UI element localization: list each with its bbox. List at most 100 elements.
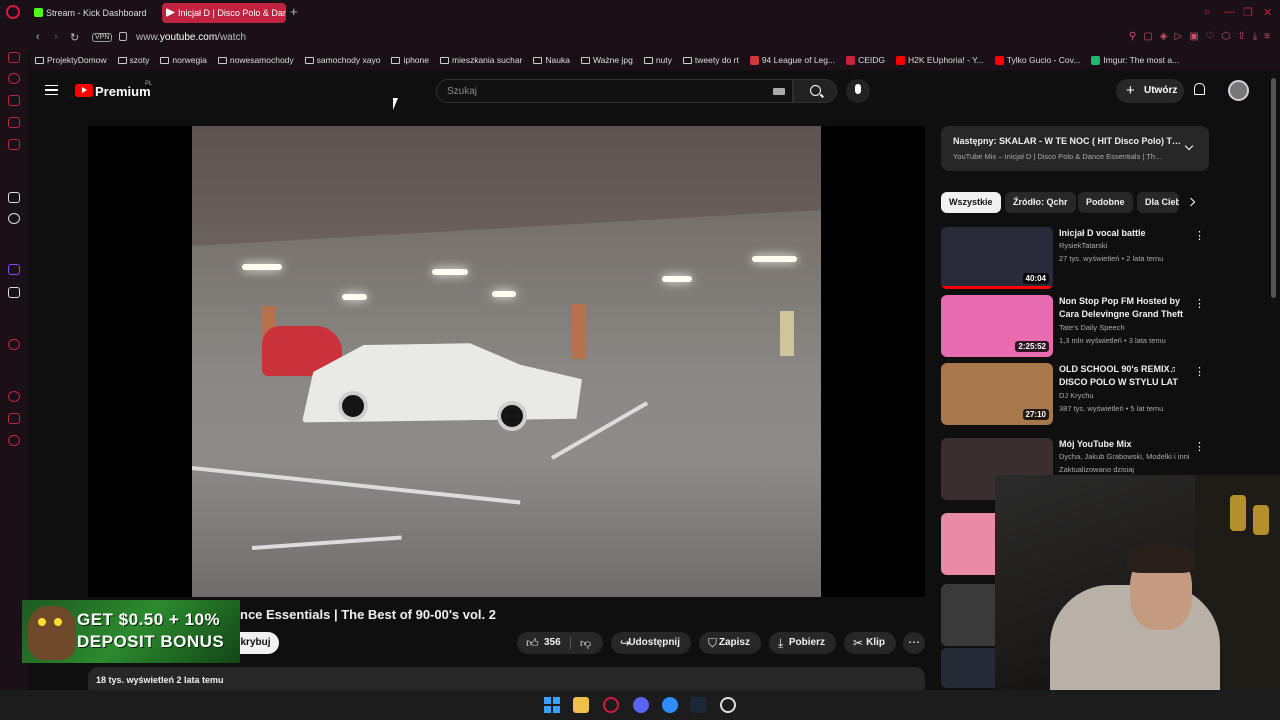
reload-icon[interactable]: ↻	[70, 31, 79, 44]
clip-button[interactable]: ✂ Klip	[844, 632, 896, 654]
url-field[interactable]: www.youtube.com/watch	[136, 32, 246, 43]
bookmark-item[interactable]: Ważne jpg	[580, 55, 633, 65]
sidebar-instagram-icon[interactable]	[8, 139, 20, 150]
bookmark-item[interactable]: Imgur: The most a...	[1091, 55, 1179, 65]
lock-icon[interactable]	[119, 32, 127, 41]
heart-icon[interactable]: ♡	[1206, 31, 1215, 42]
file-explorer-icon[interactable]	[573, 697, 589, 713]
hamburger-menu-icon[interactable]	[45, 85, 58, 95]
search-button[interactable]	[793, 79, 837, 103]
youtube-brand[interactable]: Premium	[95, 84, 151, 99]
download-icon[interactable]: ⤓	[1253, 31, 1257, 42]
create-button[interactable]: Utwórz	[1116, 79, 1184, 103]
shield-icon[interactable]: ◈	[1160, 31, 1168, 42]
thumbs-down-icon[interactable]: 👎︎	[580, 637, 591, 650]
bookmark-item[interactable]: nowesamochody	[217, 55, 294, 65]
share-button[interactable]: ↪ Udostępnij	[611, 632, 691, 654]
youtube-logo-icon[interactable]	[75, 84, 93, 97]
new-tab-button[interactable]: +	[290, 4, 298, 19]
page-scrollbar[interactable]	[1271, 78, 1276, 298]
save-button[interactable]: ⛉ Zapisz	[699, 632, 761, 654]
sidebar-history-icon[interactable]	[8, 73, 20, 84]
notifications-bell-icon[interactable]	[1194, 83, 1205, 95]
settings-gear-icon[interactable]	[720, 697, 736, 713]
steam-icon[interactable]	[690, 697, 706, 713]
recommendation-title[interactable]: Non Stop Pop FM Hosted by Cara Delevingn…	[1059, 295, 1193, 321]
bookmark-item[interactable]: Tylko Gucio - Cov...	[994, 55, 1080, 65]
sidebar-twitch-icon[interactable]	[8, 264, 20, 275]
channel-name[interactable]: Dycha, Jakub Grabowski, Modelki i inni	[1059, 452, 1193, 461]
video-thumbnail[interactable]: 40:04	[941, 227, 1053, 289]
chip-for-you[interactable]: Dla Ciebie	[1137, 192, 1179, 213]
recommendation-item[interactable]: 40:04 Inicjał D vocal battle RysiekTatarsk…	[941, 227, 1209, 289]
more-options-icon[interactable]: ⋮	[1194, 440, 1205, 453]
sidebar-extensions-icon[interactable]	[8, 413, 20, 424]
sidebar-wallet-icon[interactable]	[8, 95, 20, 106]
bookmark-item[interactable]: 94 League of Leg...	[749, 55, 835, 65]
more-options-icon[interactable]: ⋮	[1194, 297, 1205, 310]
video-frame[interactable]	[192, 126, 821, 597]
recommendation-title[interactable]: OLD SCHOOL 90's REMIX♫ DISCO POLO W STYL…	[1059, 363, 1193, 389]
channel-name[interactable]: RysiekTatarski	[1059, 241, 1193, 250]
recommendation-title[interactable]: Mój YouTube Mix	[1059, 438, 1193, 451]
tab-youtube-active[interactable]: Inicjał D | Disco Polo & Dance Essential…	[162, 3, 286, 23]
bookmark-item[interactable]: norwegia	[160, 55, 207, 65]
bookmark-item[interactable]: CEIDG	[846, 55, 885, 65]
recommendation-title[interactable]: Inicjał D vocal battle	[1059, 227, 1193, 240]
chip-related[interactable]: Podobne	[1078, 192, 1133, 213]
sidebar-dashboard-icon[interactable]	[8, 52, 20, 63]
chevron-right-icon[interactable]	[1186, 197, 1196, 207]
channel-name[interactable]: DJ Krychu	[1059, 391, 1193, 400]
video-thumbnail[interactable]: 2:25:52	[941, 295, 1053, 357]
close-window-button[interactable]: ✕	[1263, 6, 1272, 19]
bookmark-item[interactable]: nuty	[643, 55, 672, 65]
tab-kick-dashboard[interactable]: Stream - Kick Dashboard	[30, 3, 158, 23]
sidebar-aria-icon[interactable]	[8, 192, 20, 203]
bookmark-item[interactable]: tweety do rt	[682, 55, 739, 65]
voice-search-mic-icon[interactable]	[846, 79, 870, 103]
bookmark-item[interactable]: szoty	[117, 55, 149, 65]
opera-logo-icon[interactable]	[6, 5, 20, 19]
bookmark-item[interactable]: samochody xayo	[304, 55, 380, 65]
search-input[interactable]	[447, 84, 747, 99]
chip-all[interactable]: Wszystkie	[941, 192, 1001, 213]
avatar[interactable]	[1228, 80, 1249, 101]
bookmark-item[interactable]: iphone	[391, 55, 429, 65]
more-options-icon[interactable]: ⋮	[1194, 229, 1205, 242]
play-icon[interactable]: ▷	[1174, 31, 1182, 42]
bookmark-item[interactable]: H2K EUphoria! - Y...	[896, 55, 984, 65]
windows-start-icon[interactable]	[544, 697, 560, 713]
wallet-icon[interactable]: ▣	[1189, 31, 1198, 42]
more-options-icon[interactable]: ⋮	[1194, 365, 1205, 378]
recommendation-item[interactable]: 2:25:52 Non Stop Pop FM Hosted by Cara De…	[941, 295, 1209, 357]
recommendation-item[interactable]: 27:10 OLD SCHOOL 90's REMIX♫ DISCO POLO W…	[941, 363, 1209, 425]
video-thumbnail[interactable]: 27:10	[941, 363, 1053, 425]
more-actions-icon[interactable]: ⋯	[903, 632, 925, 654]
chevron-down-icon[interactable]	[1184, 141, 1194, 151]
share-icon[interactable]: ⇧	[1237, 31, 1245, 42]
sidebar-player-icon[interactable]	[8, 339, 20, 350]
bookmark-item[interactable]: ProjektyDomow	[35, 55, 107, 65]
up-next-card[interactable]: Następny: SKALAR - W TE NOC ( HIT Disco …	[941, 126, 1209, 171]
bookmark-item[interactable]: Nauka	[533, 55, 570, 65]
sidebar-settings-icon[interactable]	[8, 435, 20, 446]
snapshot-icon[interactable]: ▢	[1143, 31, 1152, 42]
bookmark-item[interactable]: mieszkania suchar	[440, 55, 522, 65]
keyboard-icon[interactable]	[773, 88, 785, 95]
messenger-icon[interactable]	[662, 697, 678, 713]
forward-button[interactable]: ›	[54, 31, 58, 43]
search-tabs-icon[interactable]: ⌕	[1204, 6, 1210, 19]
sidebar-clock-icon[interactable]	[8, 391, 20, 402]
maximize-button[interactable]: ❐	[1243, 6, 1253, 19]
minimize-button[interactable]: —	[1224, 6, 1235, 18]
sidebar-messenger-icon[interactable]	[8, 117, 20, 128]
download-button[interactable]: ⤓ Pobierz	[769, 632, 836, 654]
opera-gx-icon[interactable]	[603, 697, 619, 713]
discord-icon[interactable]	[633, 697, 649, 713]
chip-source[interactable]: Źródło: Qchr	[1005, 192, 1076, 213]
vpn-badge[interactable]: VPN	[92, 33, 113, 42]
sidebar-chatgpt-icon[interactable]	[8, 213, 20, 224]
extensions-icon[interactable]: ⬡	[1222, 31, 1231, 42]
video-player[interactable]	[88, 126, 925, 597]
channel-name[interactable]: Tate's Daily Speech	[1059, 323, 1193, 332]
